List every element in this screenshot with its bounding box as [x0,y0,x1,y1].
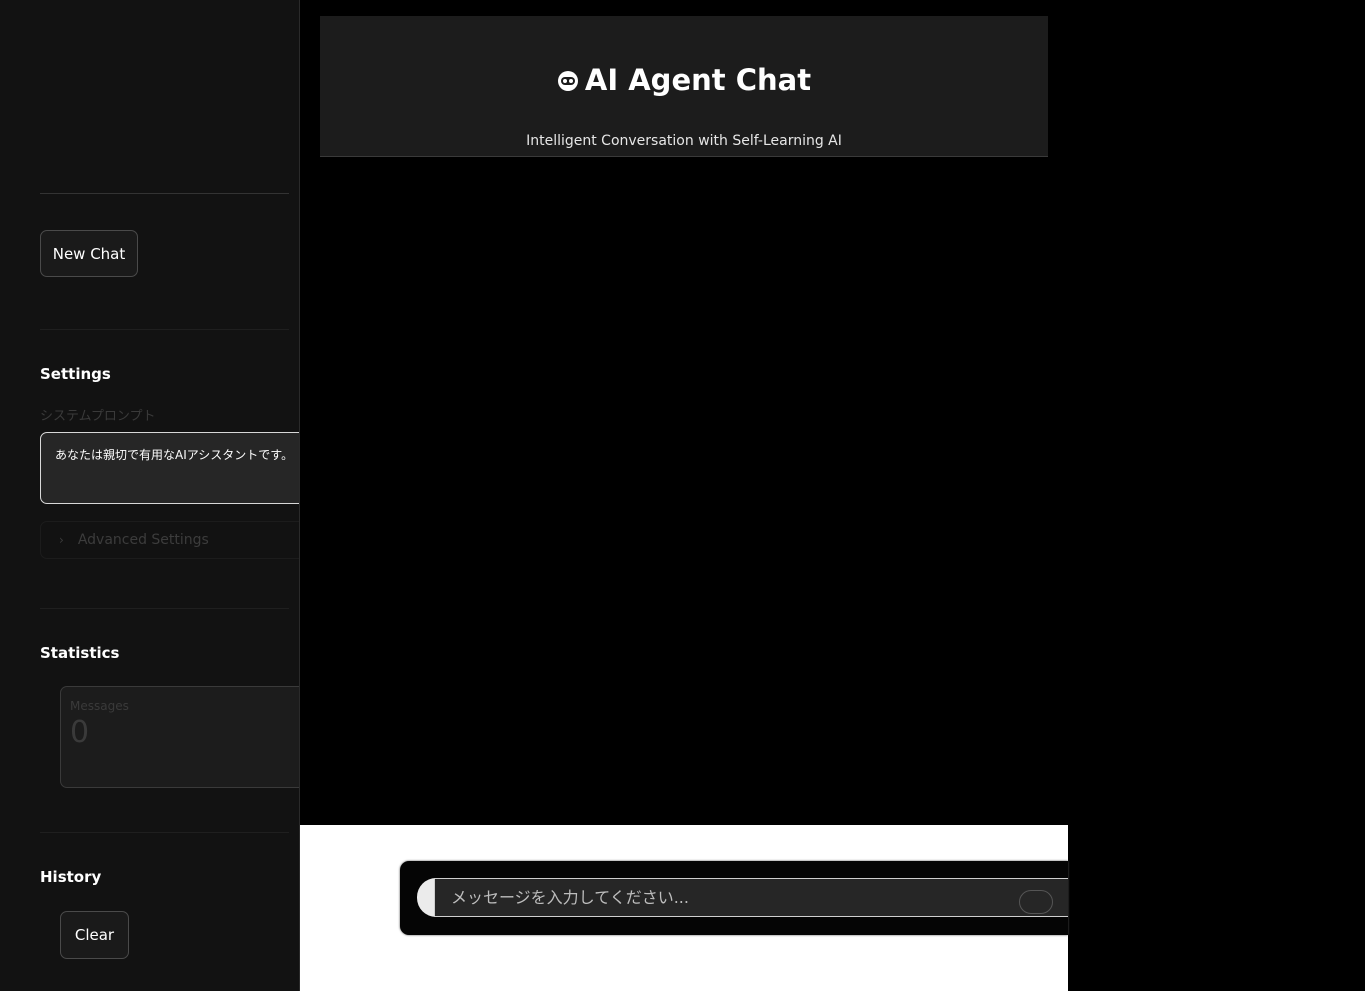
advanced-settings-label: Advanced Settings [77,532,209,548]
system-prompt-textarea[interactable]: あなたは親切で有用なAIアシスタントです。 [40,432,299,504]
app-header: AI Agent Chat Intelligent Conversation w… [320,16,1048,157]
send-button[interactable] [1019,890,1053,914]
chevron-right-icon: › [59,533,64,547]
system-prompt-label: システムプロンプト [40,409,156,424]
sidebar: New Chat Settings システムプロンプト あなたは親切で有用なAI… [0,0,300,991]
history-heading: History [40,868,102,886]
clear-history-button[interactable]: Clear [60,911,129,959]
messages-metric-label: Messages [70,699,129,713]
page-title-text: AI Agent Chat [584,63,812,97]
sidebar-divider [40,329,289,330]
new-chat-button[interactable]: New Chat [40,230,138,277]
messages-metric-value: 0 [70,715,90,750]
page-subtitle: Intelligent Conversation with Self-Learn… [526,133,842,149]
sidebar-divider [40,608,289,609]
messages-metric: Messages 0 [60,686,299,788]
sidebar-divider [40,832,289,833]
advanced-settings-expander[interactable]: › Advanced Settings [40,521,299,559]
robot-icon [557,70,578,91]
chat-message-input[interactable] [434,878,1068,917]
statistics-heading: Statistics [40,644,120,662]
sidebar-divider [40,193,289,194]
page-title: AI Agent Chat [320,66,1048,95]
settings-heading: Settings [40,365,111,383]
